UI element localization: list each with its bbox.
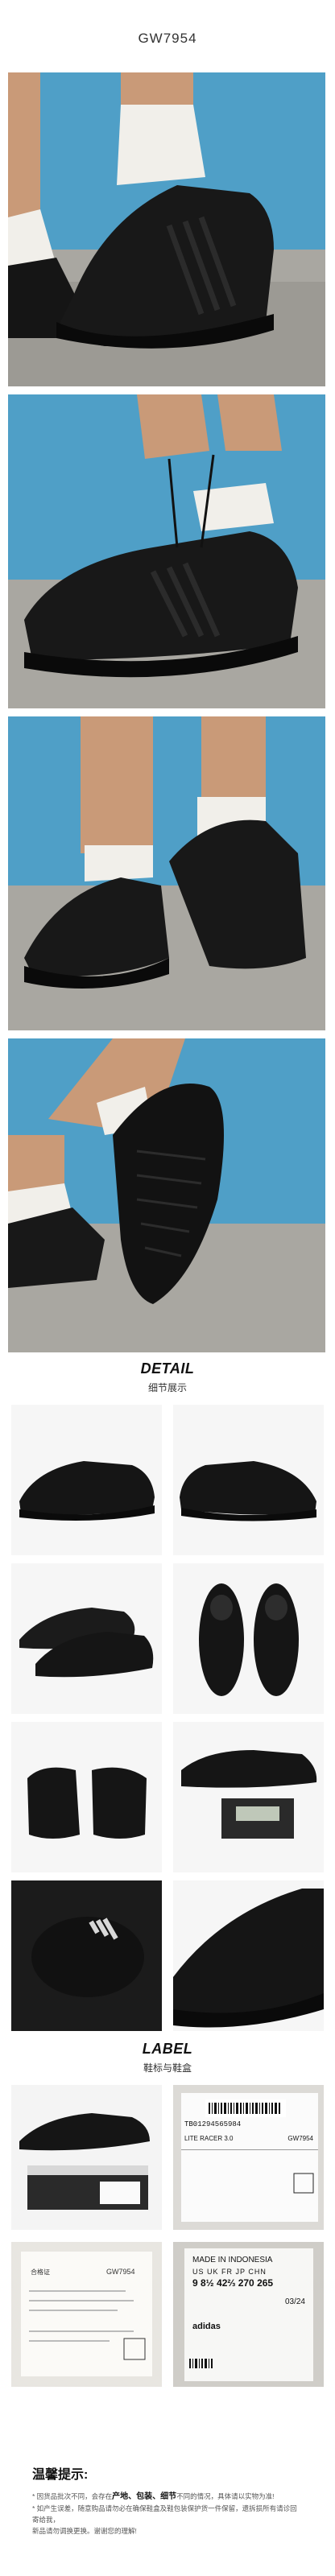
certificate-article-code: GW7954 bbox=[106, 2268, 135, 2276]
detail-photo-top-view bbox=[173, 1563, 324, 1714]
hero-photo-3-svg bbox=[8, 716, 325, 1030]
tips-line-1: * 因货品批次不同，会存在产地、包装、细节不同的情况，具体请以实物为准! bbox=[32, 2491, 303, 2503]
label-heading-cn: 鞋标与鞋盒 bbox=[143, 2062, 192, 2074]
detail-photo-4-svg bbox=[173, 1563, 324, 1714]
label-photo-1-svg bbox=[11, 2085, 162, 2230]
detail-photo-2-svg bbox=[173, 1405, 324, 1555]
detail-photo-3-svg bbox=[11, 1563, 162, 1714]
detail-photo-side-left bbox=[11, 1405, 162, 1555]
label-photo-certificate-card: 合格证 GW7954 bbox=[11, 2242, 162, 2387]
tag-brand: adidas bbox=[192, 2322, 221, 2331]
tips-title: 温馨提示: bbox=[32, 2468, 89, 2482]
detail-photo-pair-angle bbox=[11, 1563, 162, 1714]
tips-line-1-post: 不同的情况，具体请以实物为准! bbox=[176, 2492, 275, 2500]
hero-photo-walking bbox=[8, 716, 325, 1030]
detail-heading-cn: 细节展示 bbox=[147, 1382, 187, 1393]
hero-photo-1-svg bbox=[8, 72, 325, 386]
detail-photo-5-svg bbox=[11, 1722, 162, 1872]
tag-size-values: 9 8½ 42⅔ 270 265 bbox=[192, 2277, 274, 2289]
barcode-number: TB01294565984 bbox=[184, 2120, 242, 2128]
detail-heading-en: DETAIL bbox=[140, 1360, 195, 1377]
label-photo-shoe-and-box bbox=[11, 2085, 162, 2230]
label-photo-3-svg bbox=[11, 2242, 162, 2387]
hero-photo-tying-laces bbox=[8, 394, 325, 708]
detail-photo-6-svg bbox=[173, 1722, 324, 1872]
label-photo-tongue-tag: MADE IN INDONESIA US UK FR JP CHN 9 8½ 4… bbox=[173, 2242, 324, 2387]
detail-photo-8-svg bbox=[173, 1880, 324, 2031]
tag-size-header: US UK FR JP CHN bbox=[192, 2268, 267, 2276]
tips-line-1-pre: * 因货品批次不同，会存在 bbox=[32, 2492, 113, 2500]
box-article-code: GW7954 bbox=[287, 2135, 313, 2142]
box-model-name: LITE RACER 3.0 bbox=[184, 2135, 234, 2142]
certificate-title: 合格证 bbox=[31, 2268, 50, 2276]
detail-photo-insole bbox=[11, 1880, 162, 2031]
label-photo-box-sticker: TB01294565984 LITE RACER 3.0 GW7954 bbox=[173, 2085, 324, 2230]
product-code-title: GW7954 bbox=[138, 31, 197, 46]
tips-line-3: 新品请勿调换更换。谢谢您的理解! bbox=[32, 2527, 137, 2535]
detail-photo-on-scale bbox=[173, 1722, 324, 1872]
detail-photo-heel-view bbox=[11, 1722, 162, 1872]
tips-line-1-emph: 产地、包装、细节 bbox=[112, 2492, 177, 2501]
detail-photo-upper-closeup bbox=[173, 1880, 324, 2031]
hero-photo-2-svg bbox=[8, 394, 325, 708]
tips-panel: 温馨提示: * 因货品批次不同，会存在产地、包装、细节不同的情况，具体请以实物为… bbox=[32, 2463, 303, 2537]
detail-photo-1-svg bbox=[11, 1405, 162, 1555]
detail-photo-side-right bbox=[173, 1405, 324, 1555]
hero-photo-4-svg bbox=[8, 1038, 325, 1352]
tag-origin: MADE IN INDONESIA bbox=[192, 2256, 273, 2264]
label-section-header: LABEL 鞋标与鞋盒 bbox=[0, 2041, 335, 2074]
tag-date: 03/24 bbox=[284, 2297, 305, 2306]
tips-line-2: * 如产生误差，随意购品请勿必在确保鞋盒及鞋包装保护货一件保留，遗拆损所有请诊回… bbox=[32, 2504, 297, 2524]
detail-section-header: DETAIL 细节展示 bbox=[0, 1360, 335, 1394]
hero-photo-side-view bbox=[8, 72, 325, 386]
label-photo-2-svg bbox=[173, 2085, 324, 2230]
hero-photo-sole-view bbox=[8, 1038, 325, 1352]
label-heading-en: LABEL bbox=[142, 2041, 193, 2057]
detail-photo-7-svg bbox=[11, 1880, 162, 2031]
